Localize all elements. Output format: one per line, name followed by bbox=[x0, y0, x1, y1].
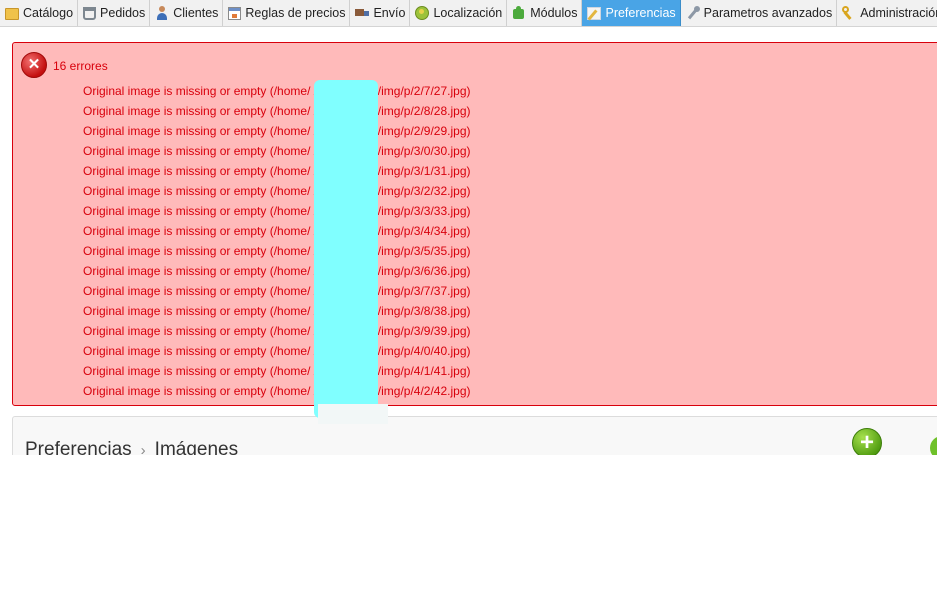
redaction-overlay bbox=[314, 80, 378, 418]
error-icon: ✕ bbox=[21, 52, 47, 78]
error-item: Original image is missing or empty (/hom… bbox=[83, 244, 471, 258]
error-item: Original image is missing or empty (/hom… bbox=[83, 224, 471, 238]
price-rules-icon bbox=[228, 6, 242, 20]
error-item: Original image is missing or empty (/hom… bbox=[83, 84, 471, 98]
tab-label: Administración bbox=[860, 6, 937, 20]
error-item: Original image is missing or empty (/hom… bbox=[83, 324, 471, 338]
wrench-icon bbox=[686, 6, 700, 20]
globe-icon bbox=[415, 6, 430, 20]
truck-icon bbox=[355, 6, 370, 20]
error-item: Original image is missing or empty (/hom… bbox=[83, 384, 471, 398]
tab-clientes[interactable]: Clientes bbox=[150, 0, 224, 26]
error-item: Original image is missing or empty (/hom… bbox=[83, 264, 471, 278]
tab-localizacion[interactable]: Localización bbox=[410, 0, 508, 26]
error-item: Original image is missing or empty (/hom… bbox=[83, 284, 471, 298]
tab-label: Parametros avanzados bbox=[703, 6, 833, 20]
key-icon bbox=[842, 6, 856, 20]
add-new-button[interactable]: + bbox=[852, 428, 882, 458]
tab-label: Envío bbox=[373, 6, 406, 20]
redaction-overlay-edge bbox=[318, 404, 388, 424]
error-item: Original image is missing or empty (/hom… bbox=[83, 104, 471, 118]
cart-icon bbox=[83, 6, 97, 20]
main-tab-bar: Catálogo Pedidos Clientes Reglas de prec… bbox=[0, 0, 937, 27]
tab-modulos[interactable]: Módulos bbox=[507, 0, 583, 26]
blank-cutoff-area bbox=[0, 455, 937, 600]
error-item: Original image is missing or empty (/hom… bbox=[83, 144, 471, 158]
tab-label: Preferencias bbox=[605, 6, 676, 20]
error-item: Original image is missing or empty (/hom… bbox=[83, 164, 471, 178]
error-item: Original image is missing or empty (/hom… bbox=[83, 364, 471, 378]
error-item: Original image is missing or empty (/hom… bbox=[83, 304, 471, 318]
error-item: Original image is missing or empty (/hom… bbox=[83, 344, 471, 358]
tab-envio[interactable]: Envío bbox=[350, 0, 411, 26]
tab-label: Catálogo bbox=[23, 6, 74, 20]
puzzle-icon bbox=[512, 6, 526, 20]
preferences-icon bbox=[587, 6, 602, 20]
tab-label: Módulos bbox=[530, 6, 578, 20]
tab-parametros-avanzados[interactable]: Parametros avanzados bbox=[681, 0, 838, 26]
error-list: Original image is missing or empty (/hom… bbox=[83, 83, 471, 403]
error-message-box: ✕ 16 errores Original image is missing o… bbox=[12, 42, 937, 406]
tab-label: Clientes bbox=[173, 6, 219, 20]
tab-preferencias[interactable]: Preferencias bbox=[582, 0, 681, 26]
error-item: Original image is missing or empty (/hom… bbox=[83, 184, 471, 198]
tab-reglas-de-precios[interactable]: Reglas de precios bbox=[223, 0, 351, 26]
error-item: Original image is missing or empty (/hom… bbox=[83, 204, 471, 218]
tab-pedidos[interactable]: Pedidos bbox=[78, 0, 151, 26]
tab-label: Pedidos bbox=[100, 6, 146, 20]
tab-catalogo[interactable]: Catálogo bbox=[0, 0, 79, 26]
error-item: Original image is missing or empty (/hom… bbox=[83, 124, 471, 138]
tab-label: Reglas de precios bbox=[245, 6, 346, 20]
tab-label: Localización bbox=[433, 6, 503, 20]
user-icon bbox=[155, 6, 169, 20]
tab-administracion[interactable]: Administración bbox=[837, 0, 937, 26]
error-count: 16 errores bbox=[53, 59, 108, 73]
folder-icon bbox=[5, 8, 19, 20]
